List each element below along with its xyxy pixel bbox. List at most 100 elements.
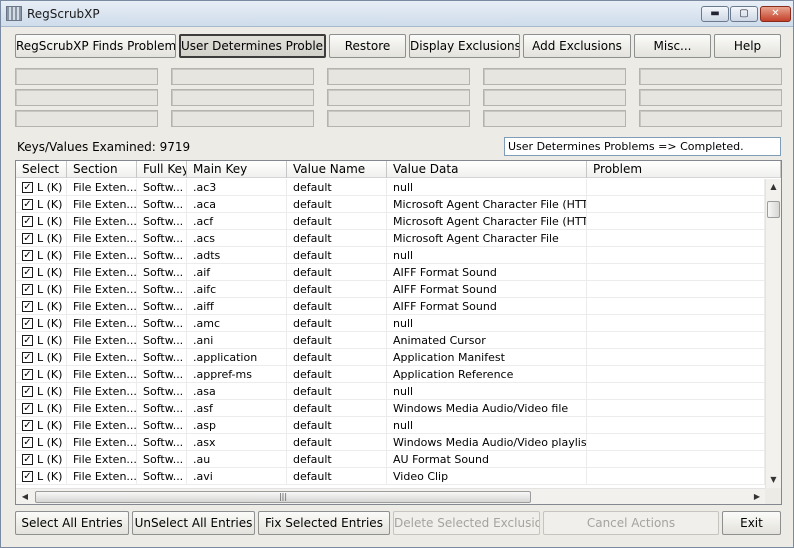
- cancel-actions-button[interactable]: Cancel Actions: [543, 511, 719, 535]
- cell-select[interactable]: ✓ L (K): [16, 179, 67, 196]
- row-checkbox[interactable]: ✓: [22, 420, 33, 431]
- cell-value-name: default: [287, 281, 387, 298]
- row-checkbox[interactable]: ✓: [22, 182, 33, 193]
- help-button[interactable]: Help: [714, 34, 781, 58]
- table-row[interactable]: ✓ L (K) File Exten... Softw... .aca default Mi…: [16, 196, 765, 213]
- table-row[interactable]: ✓ L (K) File Exten... Softw... .asa default nu…: [16, 383, 765, 400]
- cell-select[interactable]: ✓ L (K): [16, 366, 67, 383]
- table-row[interactable]: ✓ L (K) File Exten... Softw... .asx default Wi…: [16, 434, 765, 451]
- user-determines-problems-button[interactable]: User Determines Problems: [179, 34, 326, 58]
- cell-select[interactable]: ✓ L (K): [16, 400, 67, 417]
- cell-value-data: Microsoft Agent Character File: [387, 230, 587, 247]
- column-header-value-data[interactable]: Value Data: [387, 161, 587, 178]
- column-header-problem[interactable]: Problem: [587, 161, 781, 178]
- select-all-button[interactable]: Select All Entries: [15, 511, 129, 535]
- table-row[interactable]: ✓ L (K) File Exten... Softw... .asp default nu…: [16, 417, 765, 434]
- cell-full-key: Softw...: [137, 434, 187, 451]
- cell-select[interactable]: ✓ L (K): [16, 298, 67, 315]
- row-checkbox[interactable]: ✓: [22, 318, 33, 329]
- cell-select[interactable]: ✓ L (K): [16, 383, 67, 400]
- table-row[interactable]: ✓ L (K) File Exten... Softw... .asf default Wi…: [16, 400, 765, 417]
- table-row[interactable]: ✓ L (K) File Exten... Softw... .amc default nu…: [16, 315, 765, 332]
- table-row[interactable]: ✓ L (K) File Exten... Softw... .aifc default A…: [16, 281, 765, 298]
- row-checkbox[interactable]: ✓: [22, 233, 33, 244]
- row-checkbox[interactable]: ✓: [22, 403, 33, 414]
- cell-select[interactable]: ✓ L (K): [16, 281, 67, 298]
- table-row[interactable]: ✓ L (K) File Exten... Softw... .appref-ms def…: [16, 366, 765, 383]
- scroll-down-arrow-icon[interactable]: ▼: [766, 472, 781, 488]
- exit-button[interactable]: Exit: [722, 511, 781, 535]
- table-row[interactable]: ✓ L (K) File Exten... Softw... .aiff default A…: [16, 298, 765, 315]
- row-checkbox[interactable]: ✓: [22, 267, 33, 278]
- row-checkbox[interactable]: ✓: [22, 386, 33, 397]
- fix-selected-button[interactable]: Fix Selected Entries: [258, 511, 390, 535]
- scroll-up-arrow-icon[interactable]: ▲: [766, 179, 781, 195]
- table-row[interactable]: ✓ L (K) File Exten... Softw... .ani default An…: [16, 332, 765, 349]
- cell-select[interactable]: ✓ L (K): [16, 349, 67, 366]
- column-header-full-key[interactable]: Full Key: [137, 161, 187, 178]
- vertical-scroll-thumb[interactable]: [767, 201, 780, 218]
- row-checkbox[interactable]: ✓: [22, 454, 33, 465]
- column-header-select[interactable]: Select: [16, 161, 67, 178]
- column-header-value-name[interactable]: Value Name: [287, 161, 387, 178]
- row-checkbox[interactable]: ✓: [22, 250, 33, 261]
- scroll-right-arrow-icon[interactable]: ▶: [750, 489, 764, 504]
- horizontal-scroll-thumb[interactable]: |||: [35, 491, 531, 503]
- cell-problem: [587, 400, 765, 417]
- column-header-main-key[interactable]: Main Key: [187, 161, 287, 178]
- cell-select[interactable]: ✓ L (K): [16, 247, 67, 264]
- close-button[interactable]: ✕: [760, 6, 791, 22]
- display-exclusions-button[interactable]: Display Exclusions: [409, 34, 520, 58]
- table-row[interactable]: ✓ L (K) File Exten... Softw... .application d…: [16, 349, 765, 366]
- row-checkbox[interactable]: ✓: [22, 284, 33, 295]
- table-row[interactable]: ✓ L (K) File Exten... Softw... .aif default AI…: [16, 264, 765, 281]
- cell-select[interactable]: ✓ L (K): [16, 213, 67, 230]
- maximize-button[interactable]: ▢: [730, 6, 758, 22]
- table-row[interactable]: ✓ L (K) File Exten... Softw... .acf default Mi…: [16, 213, 765, 230]
- finds-problems-button[interactable]: RegScrubXP Finds Problems: [15, 34, 176, 58]
- cell-select[interactable]: ✓ L (K): [16, 264, 67, 281]
- row-checkbox[interactable]: ✓: [22, 352, 33, 363]
- cell-section: File Exten...: [67, 383, 137, 400]
- cell-select[interactable]: ✓ L (K): [16, 451, 67, 468]
- row-checkbox[interactable]: ✓: [22, 437, 33, 448]
- table-row[interactable]: ✓ L (K) File Exten... Softw... .avi default Vi…: [16, 468, 765, 485]
- misc-button[interactable]: Misc...: [634, 34, 711, 58]
- table-row[interactable]: ✓ L (K) File Exten... Softw... .acs default Mi…: [16, 230, 765, 247]
- cell-select[interactable]: ✓ L (K): [16, 196, 67, 213]
- column-header-section[interactable]: Section: [67, 161, 137, 178]
- table-row[interactable]: ✓ L (K) File Exten... Softw... .adts default n…: [16, 247, 765, 264]
- cell-main-key: .ac3: [187, 179, 287, 196]
- cell-value-data: Windows Media Audio/Video playlist: [387, 434, 587, 451]
- table-row[interactable]: ✓ L (K) File Exten... Softw... .ac3 default nu…: [16, 179, 765, 196]
- row-checkbox[interactable]: ✓: [22, 471, 33, 482]
- select-label: L (K): [37, 351, 63, 364]
- add-exclusions-button[interactable]: Add Exclusions: [523, 34, 631, 58]
- cell-select[interactable]: ✓ L (K): [16, 468, 67, 485]
- cell-value-name: default: [287, 298, 387, 315]
- table-row[interactable]: ✓ L (K) File Exten... Softw... .au default AU …: [16, 451, 765, 468]
- cell-select[interactable]: ✓ L (K): [16, 315, 67, 332]
- row-checkbox[interactable]: ✓: [22, 199, 33, 210]
- vertical-scrollbar[interactable]: ▲ ▼: [765, 179, 781, 488]
- cell-section: File Exten...: [67, 434, 137, 451]
- unselect-all-button[interactable]: UnSelect All Entries: [132, 511, 255, 535]
- restore-button[interactable]: Restore: [329, 34, 406, 58]
- row-checkbox[interactable]: ✓: [22, 301, 33, 312]
- row-checkbox[interactable]: ✓: [22, 335, 33, 346]
- horizontal-scrollbar[interactable]: ◀ ||| ▶: [16, 488, 765, 504]
- scroll-left-arrow-icon[interactable]: ◀: [18, 489, 32, 504]
- cell-select[interactable]: ✓ L (K): [16, 434, 67, 451]
- cell-select[interactable]: ✓ L (K): [16, 332, 67, 349]
- title-bar[interactable]: RegScrubXP ▬ ▢ ✕: [1, 1, 793, 27]
- cell-section: File Exten...: [67, 468, 137, 485]
- cell-select[interactable]: ✓ L (K): [16, 417, 67, 434]
- cell-select[interactable]: ✓ L (K): [16, 230, 67, 247]
- cell-section: File Exten...: [67, 264, 137, 281]
- row-checkbox[interactable]: ✓: [22, 369, 33, 380]
- select-label: L (K): [37, 402, 63, 415]
- row-checkbox[interactable]: ✓: [22, 216, 33, 227]
- minimize-button[interactable]: ▬: [701, 6, 729, 22]
- cell-problem: [587, 468, 765, 485]
- delete-exclusions-button[interactable]: Delete Selected Exclusions: [393, 511, 540, 535]
